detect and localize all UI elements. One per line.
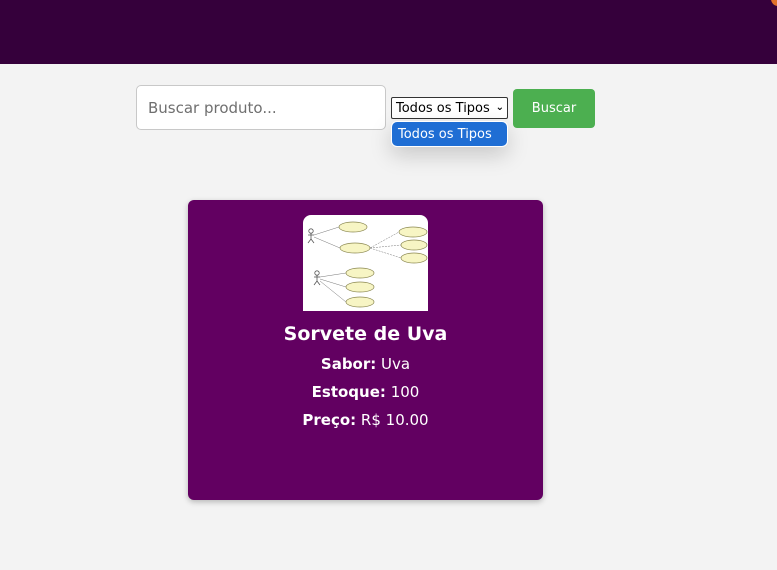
type-filter-select[interactable]: Todos os Tipos ⌄ [391, 97, 508, 119]
product-card: Sorvete de Uva Sabor: Uva Estoque: 100 P… [188, 200, 543, 500]
search-input[interactable] [136, 85, 386, 130]
type-filter-selected-label: Todos os Tipos [396, 100, 490, 116]
price-value: R$ 10.00 [360, 411, 429, 429]
use-case-diagram-thumbnail [307, 221, 428, 308]
search-button[interactable]: Buscar [513, 89, 595, 128]
product-stock-line: Estoque: 100 [188, 383, 543, 401]
top-header-bar [0, 0, 777, 64]
product-price-line: Preço: R$ 10.00 [188, 411, 543, 429]
chevron-down-icon: ⌄ [495, 102, 504, 113]
flavor-value: Uva [381, 355, 411, 373]
stock-value: 100 [390, 383, 420, 401]
dropdown-option-todos-os-tipos[interactable]: Todos os Tipos [392, 122, 507, 146]
product-name: Sorvete de Uva [283, 323, 448, 345]
dropdown-option-label: Todos os Tipos [398, 126, 492, 142]
product-image [303, 215, 428, 311]
stock-label: Estoque: [311, 383, 386, 401]
type-filter-dropdown: Todos os Tipos [391, 121, 508, 147]
price-label: Preço: [302, 411, 357, 429]
corner-accent-dot [771, 0, 777, 6]
product-flavor-line: Sabor: Uva [188, 355, 543, 373]
flavor-label: Sabor: [320, 355, 377, 373]
